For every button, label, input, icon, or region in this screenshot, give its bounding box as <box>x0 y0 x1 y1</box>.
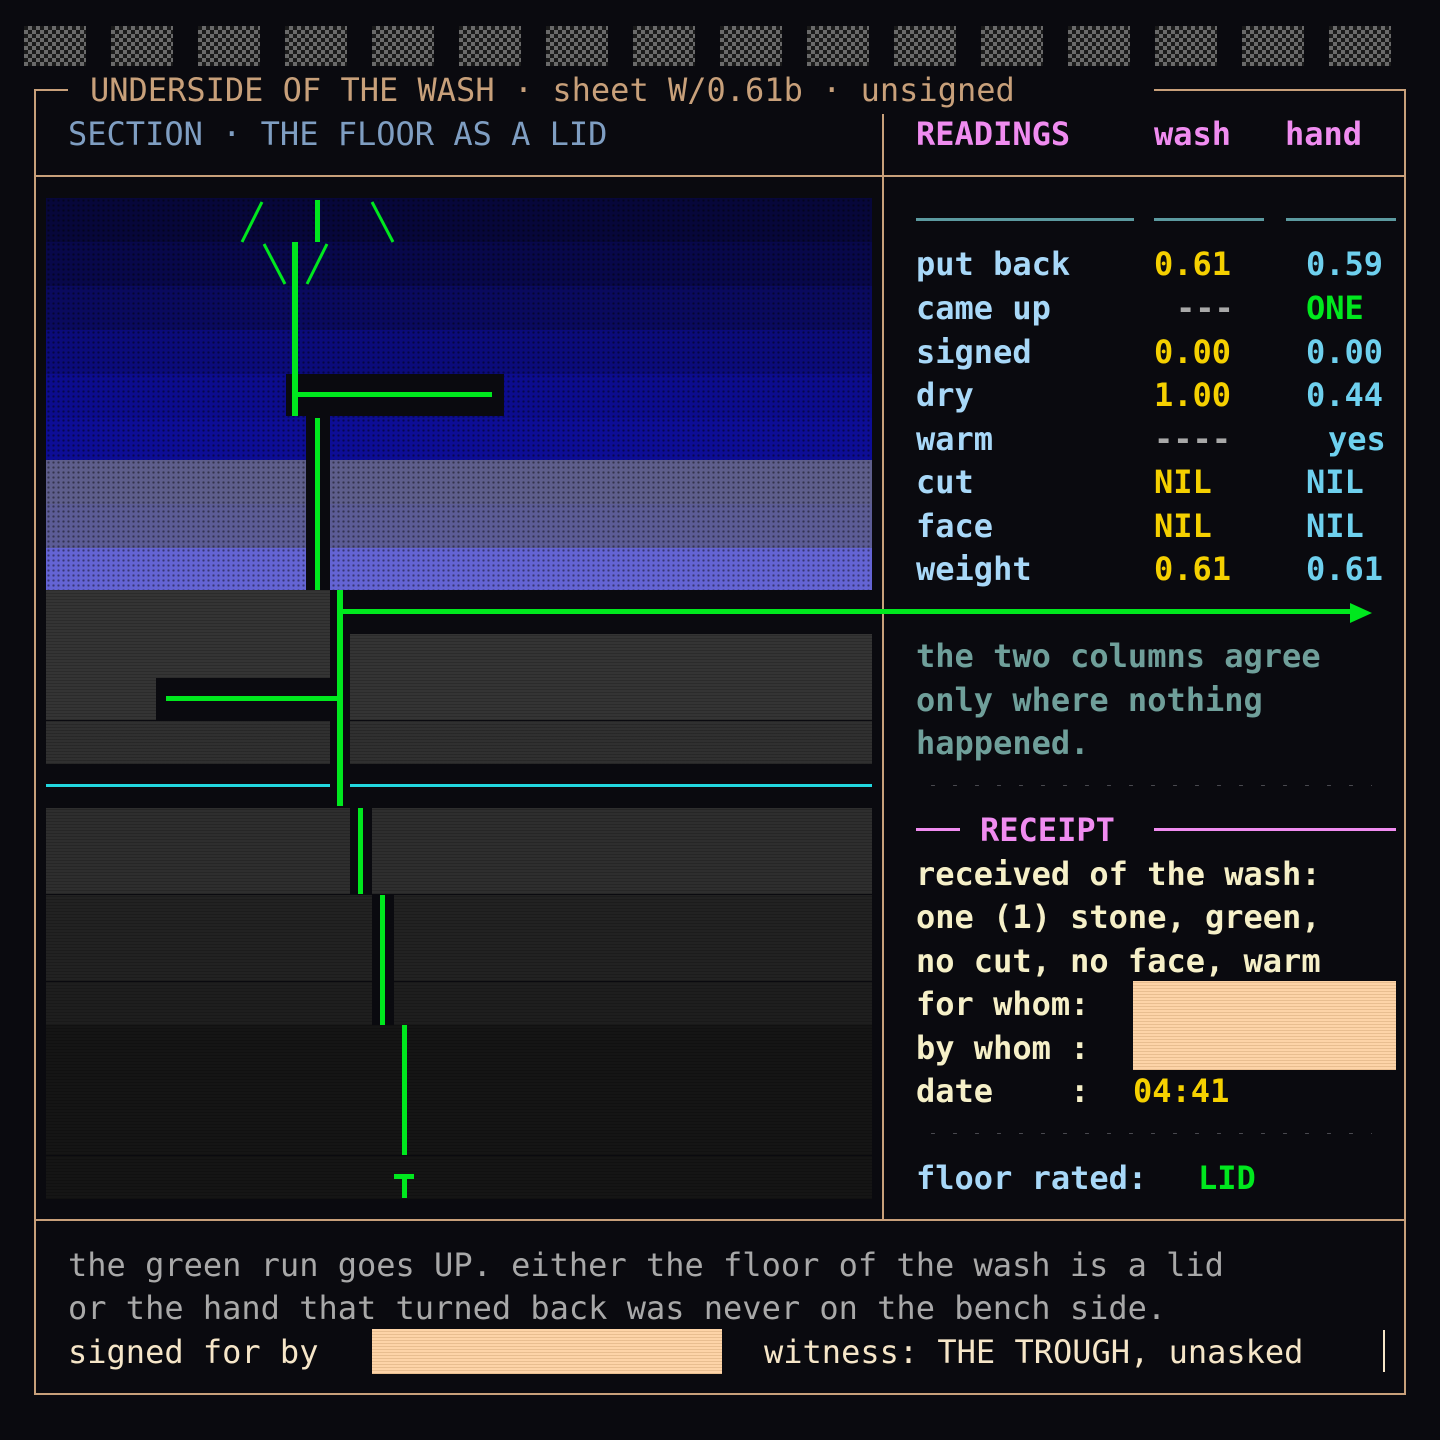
reading-wash-value: NIL <box>1154 507 1212 545</box>
reading-label: put back <box>916 245 1071 283</box>
date-label: date : <box>916 1072 1090 1110</box>
reading-wash-value: --- <box>1176 289 1234 327</box>
reading-hand-value: ONE <box>1306 289 1364 327</box>
floor-rated-label: floor rated: <box>916 1159 1148 1197</box>
reading-hand-value: 0.44 <box>1306 376 1384 414</box>
reading-wash-value: ---- <box>1154 420 1232 458</box>
receipt-heading: RECEIPT <box>980 811 1115 849</box>
reading-hand-value: yes <box>1328 420 1386 458</box>
date-value: 04:41 <box>1133 1072 1230 1110</box>
receipt-line: no cut, no face, warm <box>916 942 1321 980</box>
by-whom-label: by whom : <box>916 1029 1090 1067</box>
reading-wash-value: 0.00 <box>1154 333 1232 371</box>
run-arrowhead <box>1350 603 1372 623</box>
footer-line: the green run goes UP. either the floor … <box>68 1246 1224 1284</box>
reading-wash-value: 1.00 <box>1154 376 1232 414</box>
reading-label: warm <box>916 420 994 458</box>
reading-label: came up <box>916 289 1051 327</box>
receipt-line: one (1) stone, green, <box>916 898 1321 936</box>
dotted-divider <box>922 1131 1372 1136</box>
reading-label: face <box>916 507 994 545</box>
note-line: the two columns agree <box>916 637 1321 675</box>
note-line: only where nothing <box>916 681 1263 719</box>
reading-hand-value: NIL <box>1306 507 1364 545</box>
reading-wash-value: 0.61 <box>1154 550 1232 588</box>
reading-wash-value: 0.61 <box>1154 245 1232 283</box>
receipt-line: received of the wash: <box>916 855 1321 893</box>
floor-rated-value: LID <box>1198 1159 1256 1197</box>
reading-hand-value: 0.00 <box>1306 333 1384 371</box>
footer-line: or the hand that turned back was never o… <box>68 1289 1167 1327</box>
for-whom-label: for whom: <box>916 985 1090 1023</box>
reading-label: cut <box>916 463 974 501</box>
reading-hand-value: NIL <box>1306 463 1364 501</box>
dotted-divider <box>922 783 1372 788</box>
recipient-redaction <box>1133 981 1396 1070</box>
signed-label: signed for by <box>68 1333 319 1371</box>
reading-label: weight <box>916 550 1032 588</box>
run-end-glyph <box>394 1174 414 1198</box>
reading-hand-value: 0.61 <box>1306 550 1384 588</box>
signature-redaction <box>372 1329 722 1374</box>
reading-hand-value: 0.59 <box>1306 245 1384 283</box>
floor-section-diagram <box>0 0 1440 1440</box>
reading-label: dry <box>916 376 974 414</box>
run-surface-glyphs <box>240 201 395 285</box>
note-line: happened. <box>916 724 1090 762</box>
reading-label: signed <box>916 333 1032 371</box>
reading-wash-value: NIL <box>1154 463 1212 501</box>
text-cursor <box>1383 1330 1385 1372</box>
witness-text: witness: THE TROUGH, unasked <box>764 1333 1304 1371</box>
